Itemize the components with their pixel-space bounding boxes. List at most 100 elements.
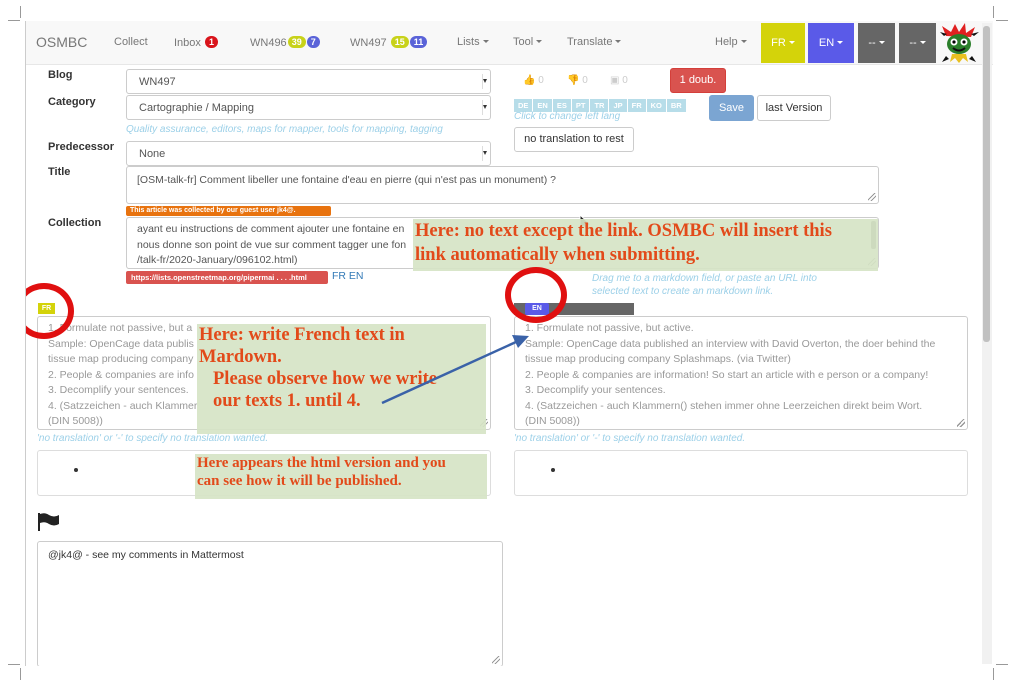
vote-up-count: 0 [538, 75, 544, 86]
blog-select[interactable]: WN497 [126, 69, 491, 94]
crop-mark [996, 664, 1008, 665]
vote-image-count: 0 [622, 75, 628, 86]
category-label: Category [48, 96, 96, 108]
lang-help-text: Click to change left lang [514, 111, 621, 122]
annotation-circle-en [505, 267, 567, 323]
lang-fourth-label: -- [909, 37, 917, 49]
lang-fr-label: FR [771, 37, 786, 49]
last-version-button[interactable]: last Version [757, 95, 831, 121]
picture-icon: ▣ [610, 75, 620, 86]
crop-mark [20, 6, 21, 18]
wn496-badge-b: 7 [306, 36, 320, 48]
wn497-badge-a: 15 [390, 36, 409, 48]
collection-link-label[interactable]: https://lists.openstreetmap.org/pipermai… [126, 271, 328, 284]
resize-grip-icon[interactable] [492, 656, 500, 664]
chevron-down-icon [878, 41, 885, 44]
placeholder-line: 3. Decomplify your sentences. [525, 384, 666, 396]
comment-textarea[interactable]: @jk4@ - see my comments in Mattermost [37, 541, 503, 666]
annotation-line: Here appears the html version and you [197, 455, 446, 471]
wn497-badge-b: 11 [409, 36, 428, 48]
drag-help-line-2: selected text to create an markdown link… [592, 286, 774, 297]
chevron-down-icon [482, 40, 489, 43]
save-button[interactable]: Save [709, 95, 754, 121]
nav-wn497-label: WN497 [350, 37, 387, 49]
nav-wn496[interactable]: WN496 39 7 [250, 36, 320, 49]
crop-mark [8, 20, 20, 21]
lang-tag[interactable]: BR [666, 99, 686, 112]
scrollbar-thumb[interactable] [983, 26, 990, 342]
lang-en-dropdown[interactable]: EN [808, 23, 854, 63]
nav-translate-label: Translate [567, 36, 613, 48]
category-help-text: Quality assurance, editors, maps for map… [126, 124, 443, 135]
crop-mark [993, 668, 994, 680]
nav-tool-dropdown[interactable]: Tool [513, 36, 543, 48]
browser-page: OSMBC Collect Inbox 1 WN496 39 7 WN497 15 1… [25, 21, 993, 666]
nav-wn496-label: WN496 [250, 37, 287, 49]
annotation-line: Here: no text except the link. OSMBC wil… [415, 221, 832, 241]
mascot-avatar-icon[interactable] [938, 22, 980, 64]
flag-icon[interactable] [37, 512, 61, 532]
nav-wn497[interactable]: WN497 15 11 [350, 36, 428, 49]
navbar: OSMBC Collect Inbox 1 WN496 39 7 WN497 15 1… [26, 21, 993, 65]
crop-mark [8, 664, 20, 665]
resize-grip-icon[interactable] [868, 193, 876, 201]
crop-mark [20, 668, 21, 680]
predecessor-select[interactable]: None [126, 141, 491, 166]
vote-image[interactable]: ▣ 0 [610, 75, 628, 86]
select-arrow-icon [482, 146, 487, 161]
bullet [551, 468, 555, 472]
predecessor-label: Predecessor [48, 141, 115, 153]
category-select[interactable]: Cartographie / Mapping [126, 95, 491, 120]
left-no-translation-help: 'no translation' or '-' to specify no tr… [37, 433, 269, 444]
lang-fourth-dropdown[interactable]: -- [899, 23, 936, 63]
comment-text: @jk4@ - see my comments in Mattermost [48, 549, 244, 561]
title-textarea[interactable]: [OSM-talk-fr] Comment libeller une fonta… [126, 166, 879, 204]
nav-lists-dropdown[interactable]: Lists [457, 36, 489, 48]
nav-help-label: Help [715, 36, 738, 48]
lang-tag[interactable]: FR [627, 99, 646, 112]
annotation-html-note: Here appears the html version and you ca… [195, 454, 487, 499]
lang-fr-dropdown[interactable]: FR [761, 23, 805, 63]
vote-up[interactable]: 👍 0 [523, 75, 544, 86]
nav-lists-label: Lists [457, 36, 480, 48]
chevron-down-icon [536, 40, 543, 43]
wn496-badge-a: 39 [287, 36, 306, 48]
chevron-down-icon [837, 41, 844, 44]
placeholder-line: tissue map producing company Splashmaps.… [525, 353, 791, 365]
select-arrow-icon [482, 100, 487, 115]
vote-down[interactable]: 👎 0 [567, 75, 588, 86]
vote-down-count: 0 [582, 75, 588, 86]
annotation-link-note: Here: no text except the link. OSMBC wil… [413, 219, 878, 271]
lang-third-dropdown[interactable]: -- [858, 23, 895, 63]
chevron-down-icon [788, 41, 795, 44]
nav-collect[interactable]: Collect [114, 36, 148, 48]
no-translation-button[interactable]: no translation to rest [514, 127, 634, 152]
nav-help-dropdown[interactable]: Help [715, 36, 747, 48]
category-select-value: Cartographie / Mapping [139, 102, 254, 114]
nav-inbox-label: Inbox [174, 37, 201, 49]
placeholder-line: (DIN 5008)) [525, 415, 580, 427]
chevron-down-icon [615, 40, 622, 43]
link-lang-links[interactable]: FR EN [332, 270, 364, 282]
bullet [74, 468, 78, 472]
resize-grip-icon[interactable] [957, 419, 965, 427]
blog-select-value: WN497 [139, 76, 176, 88]
doub-button[interactable]: 1 doub. [670, 68, 726, 93]
english-markdown-textarea[interactable]: 1. Formulate not passive, but active. Sa… [514, 316, 968, 430]
title-label: Title [48, 166, 71, 178]
collected-by-badge: This article was collected by our guest … [126, 206, 331, 216]
nav-inbox[interactable]: Inbox 1 [174, 36, 218, 49]
nav-translate-dropdown[interactable]: Translate [567, 36, 622, 48]
chevron-down-icon [740, 40, 747, 43]
crop-mark [993, 6, 994, 18]
annotation-line: can see how it will be published. [197, 473, 402, 489]
title-text: [OSM-talk-fr] Comment libeller une fonta… [137, 174, 556, 186]
collection-label: Collection [48, 217, 102, 229]
annotation-line: link automatically when submitting. [415, 245, 700, 265]
placeholder-line: 4. (Satzzeichen - auch Klammern() stehen… [525, 399, 923, 412]
english-html-preview [514, 450, 968, 496]
brand-logo-text[interactable]: OSMBC [36, 34, 87, 50]
lang-en-label: EN [818, 37, 835, 49]
lang-tag[interactable]: KO [646, 99, 666, 112]
inbox-count-badge: 1 [204, 36, 218, 48]
